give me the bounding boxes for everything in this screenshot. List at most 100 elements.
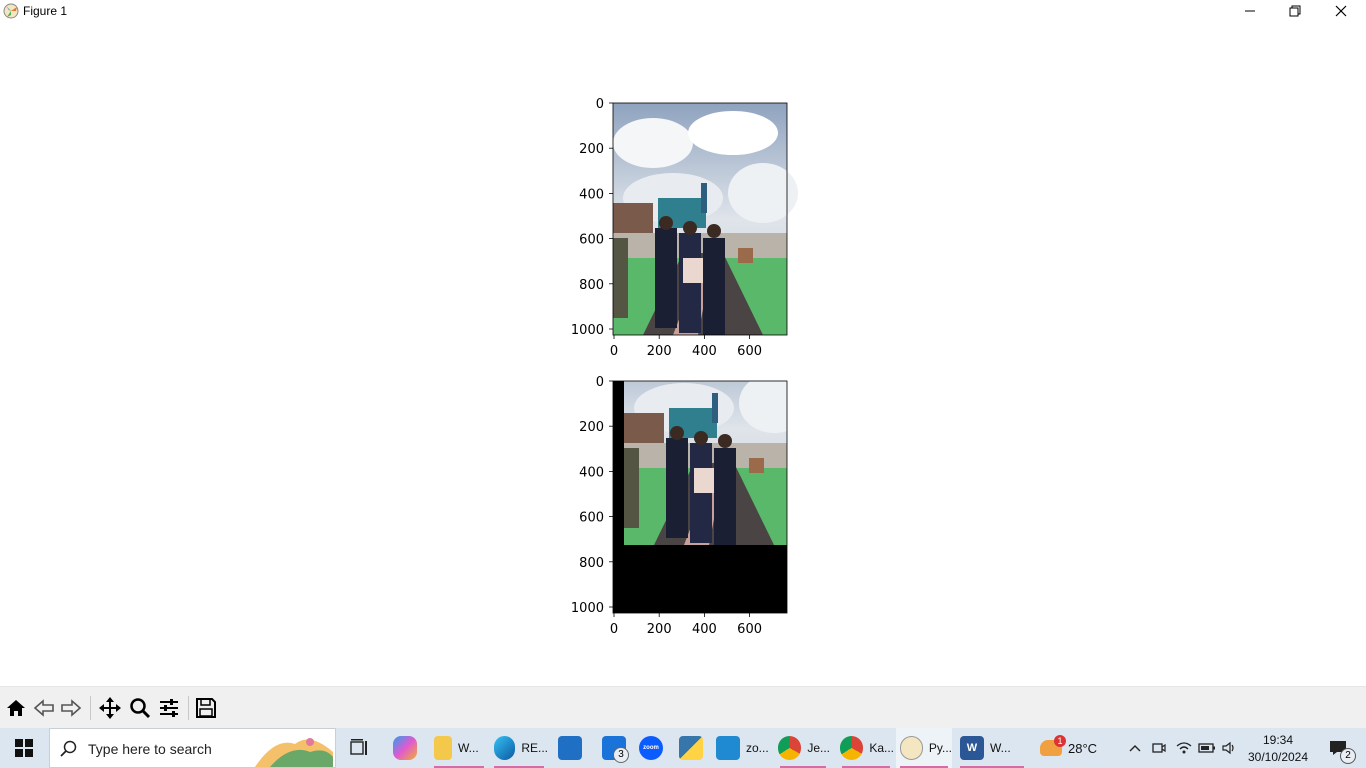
copilot-icon — [393, 736, 417, 760]
close-icon — [1335, 5, 1347, 17]
configure-subplots-icon — [160, 699, 178, 717]
tray-network[interactable] — [1174, 728, 1194, 768]
y-tick-label: 1000 — [571, 323, 604, 338]
taskbar-file-explorer[interactable]: W... — [430, 728, 488, 768]
y-tick-label: 800 — [579, 278, 604, 293]
clock-date: 30/10/2024 — [1247, 749, 1309, 764]
taskbar-search[interactable]: Type here to search — [49, 728, 336, 768]
pan-icon — [99, 697, 121, 719]
word-icon: W — [960, 736, 984, 760]
search-placeholder: Type here to search — [88, 741, 212, 757]
speaker-icon — [1222, 741, 1234, 755]
chevron-up-icon — [1129, 745, 1141, 752]
taskbar-store[interactable] — [556, 728, 584, 768]
search-icon — [60, 740, 77, 757]
y-tick-label: 200 — [579, 420, 604, 435]
taskbar-label: W... — [458, 741, 479, 755]
windows-logo-icon — [15, 739, 33, 757]
restore-icon — [1289, 5, 1301, 17]
taskbar: Type here to search W... RE... 3 zoom zo… — [0, 728, 1366, 768]
matplotlib-icon — [3, 3, 19, 19]
taskbar-label: Py... — [928, 741, 952, 755]
y-tick-label: 1000 — [571, 601, 604, 616]
edge-icon — [494, 736, 516, 760]
x-tick-label: 0 — [610, 344, 618, 359]
matplotlib-icon — [900, 736, 923, 760]
taskbar-word[interactable]: W W... — [956, 728, 1028, 768]
search-highlight-art-icon — [255, 738, 333, 767]
taskbar-label: Je... — [807, 741, 830, 755]
weather-widget[interactable]: 1 28°C — [1040, 728, 1112, 768]
window-title: Figure 1 — [23, 4, 68, 18]
taskbar-chrome-1[interactable]: Je... — [776, 728, 830, 768]
home-icon — [7, 700, 25, 716]
tray-clock[interactable]: 19:34 30/10/2024 — [1244, 728, 1312, 768]
image-original — [613, 103, 798, 335]
x-tick-label: 600 — [737, 344, 762, 359]
save-icon — [196, 698, 216, 718]
close-button[interactable] — [1318, 0, 1364, 22]
y-tick-label: 600 — [579, 511, 604, 526]
wifi-icon — [1176, 742, 1192, 754]
tray-volume[interactable] — [1220, 728, 1240, 768]
taskbar-label: Ka... — [869, 741, 894, 755]
forward-button[interactable] — [57, 694, 85, 722]
configure-subplots-button[interactable] — [155, 694, 183, 722]
home-button[interactable] — [2, 694, 30, 722]
forward-icon — [61, 699, 82, 717]
vscode-icon — [716, 736, 740, 760]
taskbar-mail[interactable]: 3 — [596, 728, 632, 768]
zoom-app-icon: zoom — [639, 736, 663, 760]
minimize-icon — [1245, 10, 1255, 12]
x-tick-label: 200 — [647, 344, 672, 359]
taskbar-label: zo... — [746, 741, 769, 755]
y-tick-label: 400 — [579, 465, 604, 480]
zoom-button[interactable] — [126, 694, 154, 722]
y-tick-label: 400 — [579, 187, 604, 202]
start-button[interactable] — [0, 728, 48, 768]
store-icon — [558, 736, 582, 760]
back-icon — [33, 699, 54, 717]
python-icon — [679, 736, 703, 760]
title-bar[interactable]: Figure 1 — [0, 0, 1366, 22]
mail-badge: 3 — [613, 747, 629, 763]
folder-icon — [434, 736, 452, 760]
save-button[interactable] — [192, 694, 220, 722]
zoom-icon — [130, 698, 151, 719]
taskbar-label: W... — [990, 741, 1011, 755]
chrome-icon — [778, 736, 802, 760]
pan-button[interactable] — [96, 694, 124, 722]
meet-now-icon — [1152, 743, 1166, 753]
clock-time: 19:34 — [1262, 732, 1294, 747]
x-tick-label: 600 — [737, 622, 762, 637]
taskbar-task-view[interactable] — [346, 728, 374, 768]
notification-center-button[interactable]: 2 — [1318, 728, 1358, 768]
x-tick-label: 200 — [647, 622, 672, 637]
tray-meet[interactable] — [1150, 728, 1168, 768]
taskbar-edge[interactable]: RE... — [490, 728, 548, 768]
back-button[interactable] — [30, 694, 58, 722]
tray-battery[interactable] — [1197, 728, 1217, 768]
taskbar-vscode[interactable]: zo... — [714, 728, 770, 768]
task-view-icon — [350, 739, 367, 755]
toolbar-separator — [90, 696, 91, 720]
notification-badge: 2 — [1340, 748, 1356, 764]
taskbar-chrome-2[interactable]: Ka... — [838, 728, 894, 768]
restore-button[interactable] — [1272, 0, 1318, 22]
minimize-button[interactable] — [1227, 0, 1273, 22]
navigation-toolbar — [0, 686, 1366, 728]
taskbar-figure[interactable]: Py... — [896, 728, 952, 768]
taskbar-python[interactable] — [677, 728, 705, 768]
taskbar-copilot[interactable] — [390, 728, 420, 768]
taskbar-label: RE... — [521, 741, 548, 755]
y-tick-label: 600 — [579, 233, 604, 248]
figure-canvas[interactable]: 0 200 400 600 800 1000 0 200 400 600 0 200 400 600 8… — [0, 22, 1366, 686]
subplot-original: 0 200 400 600 800 1000 0 200 400 600 — [571, 97, 798, 359]
x-tick-label: 400 — [692, 344, 717, 359]
battery-icon — [1198, 743, 1215, 753]
y-tick-label: 0 — [596, 375, 604, 390]
weather-badge: 1 — [1054, 735, 1066, 747]
chrome-icon — [840, 736, 864, 760]
tray-overflow-button[interactable] — [1126, 728, 1144, 768]
taskbar-zoom[interactable]: zoom — [637, 728, 665, 768]
